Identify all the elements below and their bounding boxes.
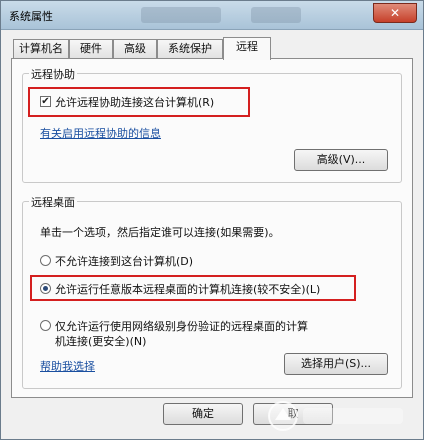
system-properties-window: 系统属性 ✕ 计算机名 硬件 高级 系统保护 远程 远程协助 ✔ 允许远程协助连… (0, 0, 424, 440)
deny-connections-radio[interactable] (40, 255, 51, 266)
allow-nla-only-label-line2[interactable]: 机连接(更安全)(N) (55, 333, 146, 349)
advanced-button[interactable]: 高级(V)... (294, 149, 388, 171)
remote-assistance-info-link[interactable]: 有关启用远程协助的信息 (40, 125, 161, 141)
window-title: 系统属性 (9, 10, 53, 23)
group-title: 远程协助 (29, 66, 77, 82)
blurred-background-block (251, 7, 301, 23)
allow-nla-only-radio[interactable] (40, 320, 51, 331)
close-icon: ✕ (389, 6, 401, 20)
group-title: 远程桌面 (29, 194, 77, 210)
remote-desktop-instruction: 单击一个选项，然后指定谁可以连接(如果需要)。 (40, 226, 280, 239)
remote-tab-panel: 远程协助 ✔ 允许远程协助连接这台计算机(R) 有关启用远程协助的信息 高级(V… (11, 58, 413, 398)
tab-remote[interactable]: 远程 (223, 37, 271, 60)
checkmark-icon: ✔ (41, 96, 50, 107)
close-button[interactable]: ✕ (373, 3, 417, 23)
watermark-logo (268, 401, 403, 431)
allow-any-version-label[interactable]: 允许运行任意版本远程桌面的计算机连接(较不安全)(L) (55, 281, 320, 297)
select-users-button[interactable]: 选择用户(S)... (284, 353, 388, 375)
allow-nla-only-label-line1[interactable]: 仅允许运行使用网络级别身份验证的远程桌面的计算 (55, 318, 308, 334)
radio-selected-dot (43, 286, 48, 291)
title-bar[interactable]: 系统属性 ✕ (1, 1, 423, 30)
ok-button[interactable]: 确定 (163, 403, 243, 425)
tab-hardware[interactable]: 硬件 (69, 39, 113, 58)
help-me-choose-link[interactable]: 帮助我选择 (40, 358, 95, 374)
allow-remote-assistance-checkbox[interactable]: ✔ (40, 96, 51, 107)
allow-any-version-radio[interactable] (40, 283, 51, 294)
tab-advanced[interactable]: 高级 (113, 39, 157, 58)
deny-connections-label[interactable]: 不允许连接到这台计算机(D) (55, 253, 193, 269)
allow-remote-assistance-label[interactable]: 允许远程协助连接这台计算机(R) (55, 94, 214, 110)
tab-system-protection[interactable]: 系统保护 (157, 39, 223, 58)
blurred-background-block (141, 7, 221, 23)
tab-computer-name[interactable]: 计算机名 (13, 39, 69, 58)
